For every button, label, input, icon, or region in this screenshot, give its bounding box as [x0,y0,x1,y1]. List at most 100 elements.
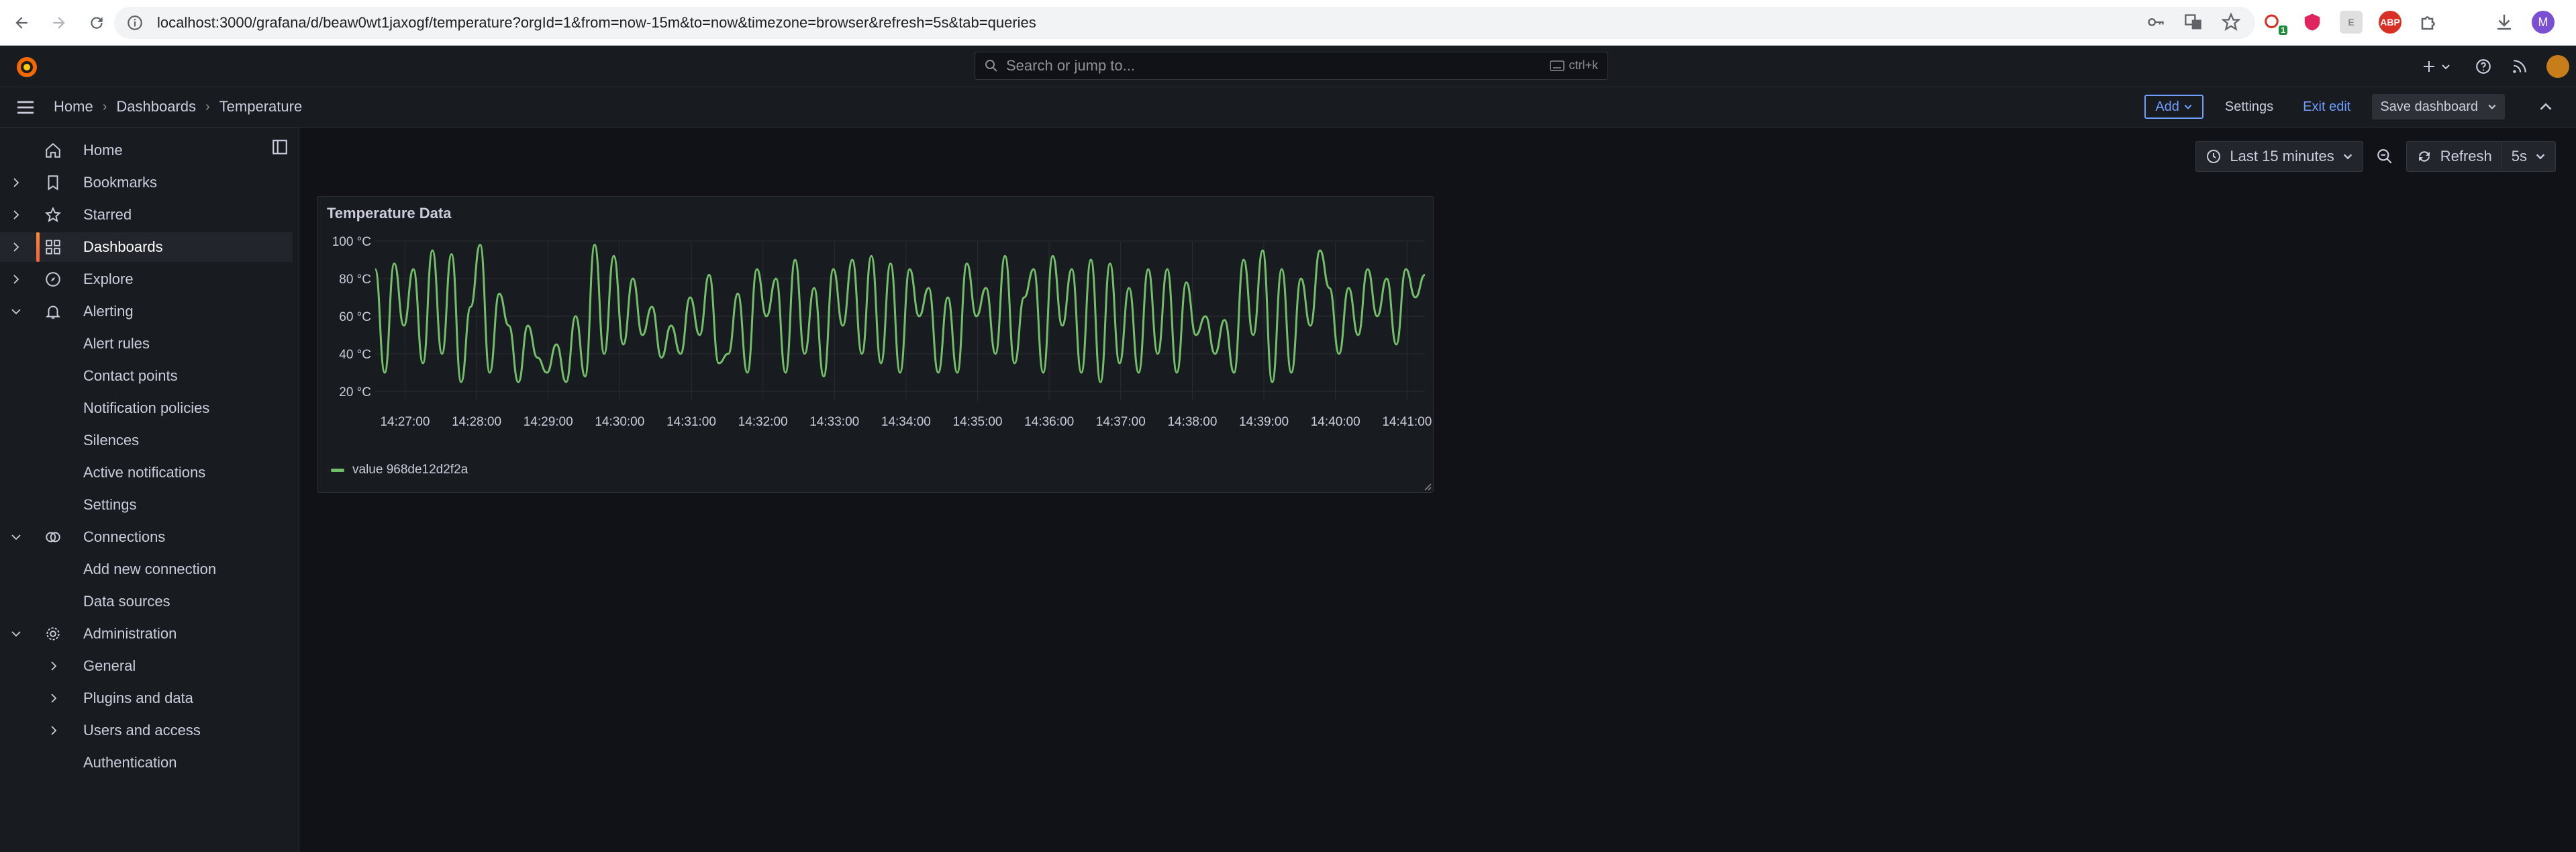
sidebar-item-bookmarks[interactable]: Bookmarks [0,168,293,197]
profile-avatar[interactable]: M [2532,11,2555,34]
breadcrumb-dashboards[interactable]: Dashboards [116,98,196,115]
chevron-right-icon[interactable] [9,208,23,222]
search-bar[interactable]: Search or jump to... ctrl+k [975,52,1608,80]
chevron-right-icon[interactable] [9,273,23,286]
resize-handle-icon[interactable] [1422,481,1432,491]
temperature-line-chart[interactable]: 20 °C 40 °C 60 °C 80 °C 100 °C 14:27:00 14:28:… [317,232,1434,433]
x-tick-label: 14:29:00 [524,415,573,429]
grafana-logo-icon[interactable] [15,55,39,79]
sidebar-item-explore[interactable]: Explore [0,265,293,294]
translate-icon[interactable] [2184,13,2203,32]
browser-menu-icon[interactable] [2571,11,2576,34]
bell-icon [45,305,61,319]
chevron-right-icon: › [205,99,210,114]
chevron-right-icon[interactable] [47,692,60,705]
address-bar[interactable]: localhost:3000/grafana/d/beaw0wt1jaxogf/… [114,7,2255,39]
sidebar-item-label: Dashboards [83,238,163,255]
bookmark-star-icon[interactable] [2222,13,2240,32]
sidebar-item-notification-policies[interactable]: Notification policies [0,393,293,423]
sidebar-item-plugins-and-data[interactable]: Plugins and data [0,683,293,713]
time-controls: Last 15 minutes Refresh 5s [2195,141,2556,172]
y-tick-label: 80 °C [339,273,371,287]
chevron-right-icon[interactable] [9,176,23,189]
chevron-right-icon: › [102,99,107,114]
compass-icon [46,272,60,287]
user-avatar[interactable] [2546,55,2569,78]
sidebar-item-general[interactable]: General [0,651,293,681]
breadcrumb: Home › Dashboards › Temperature [54,98,302,115]
time-range-picker[interactable]: Last 15 minutes [2195,141,2363,172]
search-shortcut: ctrl+k [1550,58,1598,73]
generic-extension-icon[interactable]: E [2340,11,2363,34]
sidebar-item-active-notifications[interactable]: Active notifications [0,458,293,487]
forward-button[interactable] [43,7,75,39]
save-dashboard-label: Save dashboard [2380,99,2478,114]
sidebar-item-home[interactable]: Home [0,136,293,165]
adblock-icon[interactable]: ABP [2379,11,2401,34]
x-tick-label: 14:40:00 [1311,415,1360,429]
chevron-right-icon[interactable] [9,240,23,254]
legend-label: value 968de12d2f2a [352,463,468,477]
chevron-down-icon [2343,154,2352,160]
chevron-down-icon [2536,154,2545,160]
temperature-panel[interactable]: Temperature Data 20 °C 40 °C 60 °C 80 °C 100… [317,196,1434,493]
chevron-down-icon[interactable] [9,627,23,641]
exit-edit-button[interactable]: Exit edit [2295,95,2359,119]
sidebar-item-silences[interactable]: Silences [0,426,293,455]
refresh-interval-value: 5s [2511,148,2527,164]
chevron-down-icon[interactable] [2487,102,2497,111]
sidebar-item-label: Alert rules [83,335,150,352]
y-tick-label: 40 °C [339,348,371,362]
chevron-down-icon[interactable] [9,530,23,544]
sidebar-item-authentication[interactable]: Authentication [0,748,293,777]
downloads-icon[interactable] [2493,11,2516,34]
series-line[interactable] [374,244,1426,383]
new-menu-button[interactable] [2419,57,2457,76]
menu-icon[interactable] [15,97,36,118]
extensions-area: 1 E ABP M [2262,11,2576,35]
site-info-icon[interactable] [126,14,144,32]
reload-button[interactable] [81,7,113,39]
chevron-right-icon[interactable] [47,724,60,737]
x-tick-label: 14:28:00 [452,415,501,429]
sidebar-item-alert-rules[interactable]: Alert rules [0,329,293,359]
chevron-right-icon[interactable] [47,659,60,673]
url-text: localhost:3000/grafana/d/beaw0wt1jaxogf/… [157,14,1036,31]
save-dashboard-button[interactable]: Save dashboard [2372,94,2505,120]
breadcrumb-home[interactable]: Home [54,98,93,115]
settings-button[interactable]: Settings [2217,95,2281,119]
collapse-chevron-up-icon[interactable] [2536,97,2556,117]
password-key-icon[interactable] [2146,13,2165,32]
help-button[interactable] [2474,57,2493,76]
puzzle-extensions-icon[interactable] [2418,11,2440,34]
sidebar-item-data-sources[interactable]: Data sources [0,587,293,616]
refresh-button[interactable]: Refresh [2406,141,2502,172]
sidebar-item-starred[interactable]: Starred [0,200,293,230]
chevron-down-icon[interactable] [9,305,23,318]
add-button[interactable]: Add [2144,95,2203,119]
sidebar-item-alerting-settings[interactable]: Settings [0,490,293,520]
shield-extension-icon[interactable] [2301,11,2324,34]
back-button[interactable] [5,7,38,39]
add-button-label: Add [2155,99,2179,114]
zoom-out-button[interactable] [2371,141,2398,172]
sidebar-item-label: Active notifications [83,464,206,481]
sidebar-item-users-and-access[interactable]: Users and access [0,716,293,745]
search-placeholder: Search or jump to... [1006,57,1135,74]
sidebar-item-add-new-connection[interactable]: Add new connection [0,555,293,584]
rss-icon [2513,60,2526,73]
search-icon [985,60,997,72]
sidebar-item-administration[interactable]: Administration [0,619,293,649]
sidebar-item-connections[interactable]: Connections [0,522,293,552]
sidebar-item-dashboards[interactable]: Dashboards [0,232,293,262]
topbar-actions [2419,52,2569,81]
sidebar-item-alerting[interactable]: Alerting [0,297,293,326]
x-tick-label: 14:31:00 [666,415,716,429]
news-button[interactable] [2510,57,2529,76]
extension-password-icon[interactable]: 1 [2262,11,2287,35]
sidebar-item-label: Users and access [83,722,201,739]
sidebar-item-contact-points[interactable]: Contact points [0,361,293,391]
chart-legend[interactable]: value 968de12d2f2a [331,463,468,477]
x-tick-label: 14:27:00 [380,415,430,429]
refresh-interval-select[interactable]: 5s [2501,141,2556,172]
